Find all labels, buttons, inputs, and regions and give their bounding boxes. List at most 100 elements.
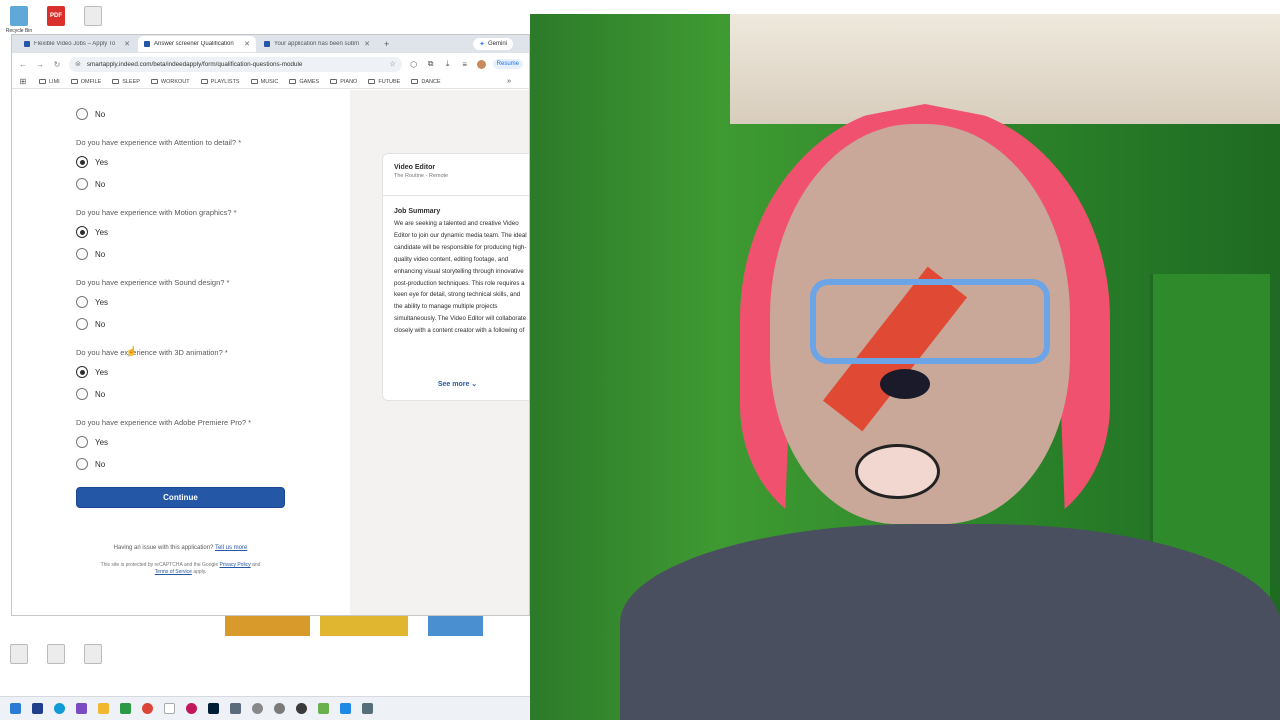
- webcam-overlay: [530, 14, 1280, 720]
- question-label: Do you have experience with Sound design…: [76, 278, 230, 287]
- recycle-bin-icon: [10, 6, 28, 26]
- app-icon[interactable]: [230, 703, 241, 714]
- desktop-icon-document[interactable]: [41, 644, 71, 664]
- address-bar[interactable]: ⊜ smartapply.indeed.com/beta/indeedapply…: [69, 56, 402, 72]
- new-tab-button[interactable]: +: [378, 39, 395, 49]
- question-label: Do you have experience with Attention to…: [76, 138, 242, 147]
- radio-button[interactable]: [76, 366, 88, 378]
- job-card: Video Editor The Routine - Remote Job Su…: [382, 153, 529, 401]
- close-icon[interactable]: ✕: [244, 40, 250, 48]
- bookmarks-overflow-button[interactable]: »: [507, 78, 511, 85]
- radio-option-yes[interactable]: Yes: [76, 366, 108, 378]
- radio-button[interactable]: [76, 226, 88, 238]
- apps-grid-icon[interactable]: ⊞: [18, 77, 28, 86]
- radio-option-no[interactable]: No: [76, 178, 105, 190]
- thumbnail-image: [225, 614, 310, 636]
- radio-button[interactable]: [76, 318, 88, 330]
- photoshop-icon[interactable]: [208, 703, 219, 714]
- bookmark-folder[interactable]: MUSIC: [250, 79, 278, 85]
- bookmark-folder[interactable]: PIANO: [330, 79, 357, 85]
- tune-icon[interactable]: ≡: [460, 60, 470, 69]
- app-icon[interactable]: [76, 703, 87, 714]
- radio-button[interactable]: [76, 296, 88, 308]
- desktop-icon-recycle-bin[interactable]: Recycle Bin: [4, 6, 34, 34]
- radio-button[interactable]: [76, 156, 88, 168]
- radio-option-yes[interactable]: Yes: [76, 436, 108, 448]
- desktop-icon-pdf[interactable]: PDF: [41, 6, 71, 26]
- terms-of-service-link[interactable]: Terms of Service: [155, 569, 192, 575]
- see-more-button[interactable]: See more ⌄: [383, 380, 529, 388]
- tell-us-more-link[interactable]: Tell us more: [215, 545, 247, 551]
- tab-application-submitted[interactable]: Your application has been subm ✕: [258, 36, 376, 52]
- radio-button[interactable]: [76, 458, 88, 470]
- bookmark-folder[interactable]: WORKOUT: [150, 79, 190, 85]
- windows-start-icon[interactable]: [10, 703, 21, 714]
- bookmark-folder[interactable]: GAMES: [289, 79, 319, 85]
- resume-button[interactable]: Resume: [492, 59, 523, 69]
- folder-icon: [289, 79, 297, 84]
- radio-option-no[interactable]: No: [76, 108, 105, 120]
- settings-icon[interactable]: [252, 703, 263, 714]
- document-icon: [10, 644, 28, 664]
- desktop-icon-document[interactable]: [78, 644, 108, 664]
- app-icon[interactable]: [186, 703, 197, 714]
- radio-option-yes[interactable]: Yes: [76, 156, 108, 168]
- forward-icon[interactable]: →: [35, 60, 45, 69]
- tab-flexible-video-jobs[interactable]: Flexible Video Jobs – Apply To ✕: [18, 36, 136, 52]
- folder-icon: [112, 79, 120, 84]
- indeed-favicon-icon: [144, 41, 150, 47]
- desktop-icon-document[interactable]: [4, 644, 34, 664]
- app-icon[interactable]: [274, 703, 285, 714]
- app-icon[interactable]: [32, 703, 43, 714]
- gemini-button[interactable]: ✦ Gemini: [473, 38, 513, 50]
- mouse-cursor-icon: ☝: [126, 346, 138, 356]
- bookmark-folder[interactable]: PLAYLISTS: [200, 79, 240, 85]
- radio-button[interactable]: [76, 248, 88, 260]
- document-icon: [84, 644, 102, 664]
- radio-option-yes[interactable]: Yes: [76, 296, 108, 308]
- edge-icon[interactable]: [54, 703, 65, 714]
- reload-icon[interactable]: ↻: [52, 60, 62, 69]
- job-summary-text: We are seeking a talented and creative V…: [394, 220, 527, 335]
- bookmark-folder[interactable]: FUTUBE: [368, 79, 400, 85]
- tab-answer-screener[interactable]: Answer screener Qualification ✕: [138, 36, 256, 52]
- close-icon[interactable]: ✕: [124, 40, 130, 48]
- continue-button[interactable]: Continue: [76, 487, 285, 508]
- extensions-icon[interactable]: ⬡: [409, 60, 419, 69]
- bookmark-star-icon[interactable]: ☆: [389, 60, 395, 68]
- chrome-icon[interactable]: [142, 703, 153, 714]
- calculator-icon[interactable]: [362, 703, 373, 714]
- radio-option-no[interactable]: No: [76, 458, 105, 470]
- bookmark-folder[interactable]: SLEEP: [112, 79, 140, 85]
- radio-button[interactable]: [76, 108, 88, 120]
- back-icon[interactable]: ←: [18, 60, 28, 69]
- desktop-icon-document[interactable]: [78, 6, 108, 26]
- radio-option-yes[interactable]: Yes: [76, 226, 108, 238]
- radio-option-no[interactable]: No: [76, 388, 105, 400]
- bookmark-folder[interactable]: DANCE: [411, 79, 441, 85]
- bookmark-folder[interactable]: OMFILE: [70, 79, 101, 85]
- app-icon[interactable]: [296, 703, 307, 714]
- screenshot-icon[interactable]: ⧉: [426, 59, 436, 69]
- tab-title: Answer screener Qualification: [154, 41, 234, 47]
- file-explorer-icon[interactable]: [98, 703, 109, 714]
- close-icon[interactable]: ✕: [364, 40, 370, 48]
- app-icon[interactable]: [120, 703, 131, 714]
- document-icon: [84, 6, 102, 26]
- profile-avatar[interactable]: [476, 59, 486, 69]
- privacy-policy-link[interactable]: Privacy Policy: [220, 562, 251, 568]
- document-icon[interactable]: [164, 703, 175, 714]
- folder-icon: [150, 79, 158, 84]
- app-icon[interactable]: [318, 703, 329, 714]
- radio-option-no[interactable]: No: [76, 248, 105, 260]
- radio-option-no[interactable]: No: [76, 318, 105, 330]
- radio-button[interactable]: [76, 388, 88, 400]
- app-icon[interactable]: [340, 703, 351, 714]
- radio-button[interactable]: [76, 178, 88, 190]
- gemini-sparkle-icon: ✦: [479, 41, 485, 48]
- radio-button[interactable]: [76, 436, 88, 448]
- bookmark-folder[interactable]: LIMI: [39, 79, 60, 85]
- download-icon[interactable]: ⤓: [443, 59, 453, 69]
- site-info-icon[interactable]: ⊜: [75, 60, 81, 68]
- folder-icon: [411, 79, 419, 84]
